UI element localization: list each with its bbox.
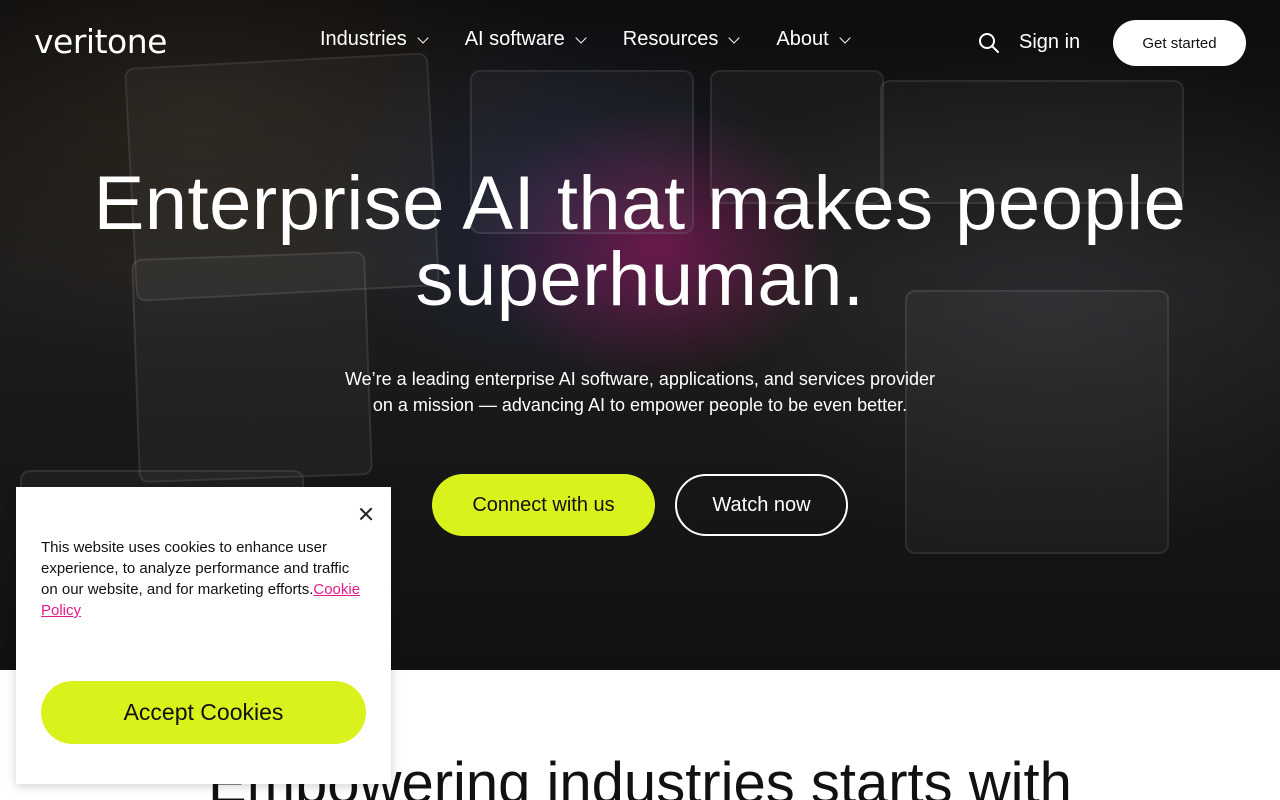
chevron-down-icon [575,32,587,44]
page: veritone Industries AI software Resource… [0,0,1280,800]
nav-item-about[interactable]: About [776,28,851,51]
cookie-message-text: This website uses cookies to enhance use… [41,539,350,598]
nav-item-label: About [776,28,829,50]
veritone-logo[interactable]: veritone [34,22,167,61]
accept-cookies-button[interactable]: Accept Cookies [41,681,366,744]
chevron-down-icon [838,32,851,44]
nav-item-ai-software[interactable]: AI software [464,28,587,51]
nav-item-label: Industries [320,28,407,50]
get-started-button[interactable]: Get started [1113,20,1246,66]
chevron-down-icon [417,32,429,44]
chevron-down-icon [728,32,741,44]
search-icon[interactable] [978,32,1000,54]
nav-menu: Industries AI software Resources About [320,28,887,51]
hero-headline: Enterprise AI that makes people superhum… [93,161,1187,322]
cookie-message: This website uses cookies to enhance use… [41,537,361,621]
top-navigation: veritone Industries AI software Resource… [0,0,1280,86]
watch-now-button[interactable]: Watch now [675,474,848,536]
connect-with-us-button[interactable]: Connect with us [432,474,655,536]
hero-subtext: We’re a leading enterprise AI software, … [345,369,935,415]
cookie-banner: This website uses cookies to enhance use… [16,487,391,784]
nav-item-label: Resources [622,28,719,50]
sign-in-link[interactable]: Sign in [1019,31,1080,54]
nav-item-label: AI software [464,28,565,50]
close-icon[interactable] [358,506,374,522]
nav-item-resources[interactable]: Resources [622,28,741,51]
nav-item-industries[interactable]: Industries [320,28,429,51]
